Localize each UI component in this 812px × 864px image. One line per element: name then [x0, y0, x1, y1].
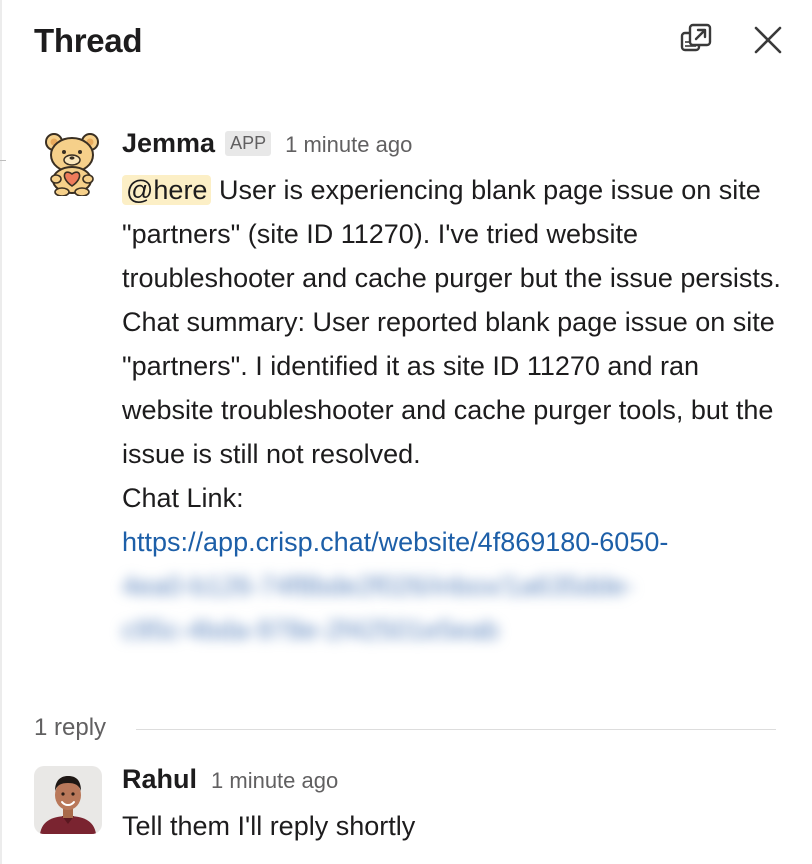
message-paragraph-2: Chat summary: User reported blank page i… [122, 307, 775, 469]
author-name[interactable]: Jemma [122, 128, 215, 159]
timestamp[interactable]: 1 minute ago [285, 132, 412, 158]
message-paragraph-3: Chat Link: [122, 483, 244, 513]
app-badge: APP [225, 131, 272, 156]
chat-link[interactable]: https://app.crisp.chat/website/4f869180-… [122, 520, 782, 652]
close-icon [752, 24, 784, 61]
reply-author-name[interactable]: Rahul [122, 764, 197, 795]
bear-avatar-icon [38, 128, 106, 196]
popout-window-icon [678, 22, 714, 63]
message-header: Jemma APP 1 minute ago [122, 128, 412, 159]
panel-left-border [0, 0, 2, 864]
reply-header: Rahul 1 minute ago [122, 764, 338, 795]
message-text-1: User is experiencing blank page issue on… [122, 175, 781, 293]
user-photo-icon [34, 766, 102, 834]
thread-title: Thread [34, 22, 143, 59]
divider-line [136, 729, 776, 730]
replies-divider: 1 reply [34, 712, 776, 746]
chat-link-url: https://app.crisp.chat/website/4f869180-… [122, 527, 669, 557]
avatar-rahul[interactable] [34, 766, 102, 834]
panel-edge-tick [0, 160, 6, 161]
message-body: @here User is experiencing blank page is… [122, 168, 782, 652]
reply-count: 1 reply [34, 714, 107, 741]
chat-link-blurred-1: 4ea0-b126-74f8bde2f026/inbox/1a635dde- [122, 571, 634, 601]
chat-link-blurred-2: c95c-4bda-978e-2f42501e5eab [122, 615, 499, 645]
reply-timestamp[interactable]: 1 minute ago [211, 768, 338, 794]
close-thread-button[interactable] [748, 22, 788, 62]
message-paragraph-1: @here User is experiencing blank page is… [122, 168, 782, 300]
thread-header: Thread [0, 0, 812, 86]
reply-body: Tell them I'll reply shortly [122, 811, 416, 841]
popout-button[interactable] [676, 22, 716, 62]
avatar-jemma[interactable] [38, 128, 106, 196]
mention-here[interactable]: @here [122, 175, 212, 205]
